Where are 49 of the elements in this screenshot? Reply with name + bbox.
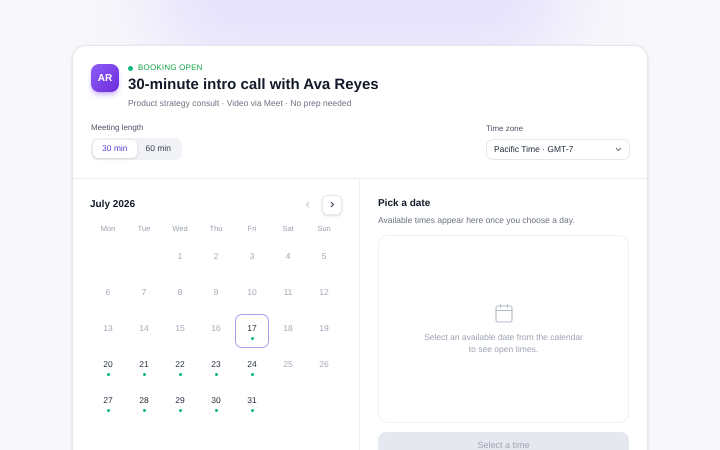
calendar-day[interactable]: 6 xyxy=(91,278,125,312)
calendar-day[interactable]: 4 xyxy=(271,242,305,276)
time-zone-select[interactable]: Pacific Time · GMT-7 xyxy=(486,138,630,160)
calendar-day[interactable]: 29 xyxy=(163,386,197,420)
calendar-day[interactable]: 23 xyxy=(199,350,233,384)
chevron-right-icon xyxy=(330,201,334,208)
empty-state-message: Select an available date from the calendar to see open times. xyxy=(424,330,584,354)
calendar-icon xyxy=(494,302,512,322)
calendar-day[interactable]: 20 xyxy=(91,350,125,384)
avatar: AR xyxy=(91,64,119,92)
panel-title: Pick a date xyxy=(378,196,432,211)
field-label: Meeting length xyxy=(91,122,144,134)
calendar-day[interactable]: 13 xyxy=(91,314,125,348)
calendar-day[interactable]: 17 xyxy=(235,314,269,348)
chevron-down-icon xyxy=(615,146,622,152)
calendar-day[interactable]: 31 xyxy=(235,386,269,420)
calendar-day[interactable]: 3 xyxy=(235,242,269,276)
calendar-day[interactable]: 15 xyxy=(163,314,197,348)
calendar-day[interactable]: 24 xyxy=(235,350,269,384)
booking-subtitle: Product strategy consult · Video via Meet · No prep needed xyxy=(128,97,352,110)
booking-title: 30-minute intro call with Ava Reyes xyxy=(128,75,379,95)
calendar-day[interactable]: 30 xyxy=(199,386,233,420)
length-option[interactable]: 30 min xyxy=(93,140,137,158)
calendar-day[interactable]: 21 xyxy=(127,350,161,384)
booking-status: BOOKING OPEN xyxy=(138,62,203,74)
calendar-day[interactable]: 19 xyxy=(307,314,341,348)
calendar-day[interactable]: 2 xyxy=(199,242,233,276)
chevron-left-icon xyxy=(304,201,310,208)
calendar-day[interactable]: 1 xyxy=(163,242,197,276)
calendar-day[interactable]: 27 xyxy=(91,386,125,420)
month-title: July 2026 xyxy=(90,198,136,212)
field-label: Time zone xyxy=(486,122,524,135)
calendar-day[interactable]: 22 xyxy=(163,350,197,384)
calendar-day[interactable]: 26 xyxy=(307,350,341,384)
calendar-day[interactable]: 16 xyxy=(199,314,233,348)
next-month-button[interactable] xyxy=(322,194,342,215)
calendar-day[interactable]: 11 xyxy=(271,278,305,312)
calendar-day[interactable]: 14 xyxy=(127,314,161,348)
calendar-day[interactable]: 9 xyxy=(199,278,233,312)
calendar-day[interactable]: 5 xyxy=(307,242,341,276)
calendar-day[interactable]: 12 xyxy=(307,278,341,312)
calendar-day[interactable]: 25 xyxy=(271,350,305,384)
calendar-day[interactable]: 7 xyxy=(127,278,161,312)
panel-hint: Available times appear here once you choose a day. xyxy=(378,214,576,226)
calendar-day[interactable]: 18 xyxy=(271,314,305,348)
length-option[interactable]: 60 min xyxy=(136,140,180,158)
calendar-day[interactable]: 10 xyxy=(235,278,269,312)
calendar-day[interactable]: 28 xyxy=(127,386,161,420)
calendar-day[interactable]: 8 xyxy=(163,278,197,312)
